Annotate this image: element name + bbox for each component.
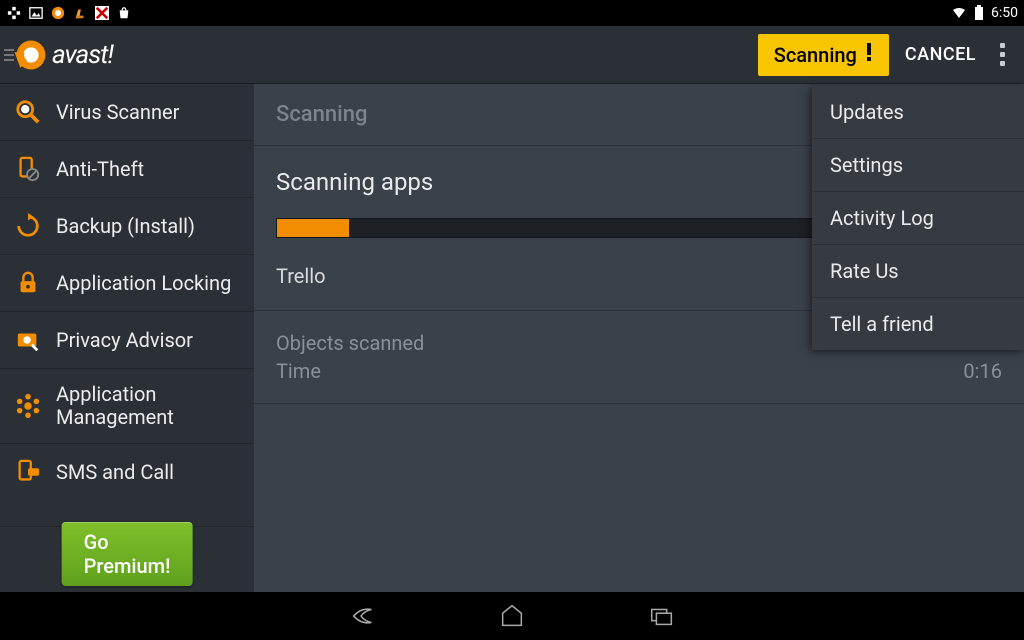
camera-search-icon — [14, 326, 42, 354]
sidebar-item-label: Backup (Install) — [56, 215, 195, 238]
menu-drawer-button[interactable] — [0, 49, 14, 61]
recent-apps-button[interactable] — [647, 601, 677, 631]
menu-item-settings[interactable]: Settings — [812, 139, 1024, 192]
notification-icon — [6, 5, 22, 21]
sidebar-item-label: SMS and Call — [56, 461, 174, 484]
sidebar-item-sms-call[interactable]: SMS and Call — [0, 444, 254, 527]
scan-progress-fill — [277, 219, 349, 237]
sidebar-item-label: Application Locking — [56, 272, 231, 295]
status-right: 6:50 — [951, 5, 1018, 21]
scanning-label: Scanning — [774, 43, 857, 67]
avast-logo-icon — [14, 38, 48, 72]
overflow-menu-button[interactable] — [992, 35, 1012, 74]
stat-time-value: 0:16 — [963, 357, 1002, 385]
warning-icon — [865, 42, 873, 67]
sidebar-item-virus-scanner[interactable]: Virus Scanner — [0, 84, 254, 141]
overflow-menu: Updates Settings Activity Log Rate Us Te… — [812, 86, 1024, 350]
stat-time-label: Time — [276, 357, 321, 385]
app-bar-left: avast! — [0, 26, 113, 83]
lock-icon — [14, 269, 42, 297]
magnifier-icon — [14, 98, 42, 126]
cancel-button[interactable]: CANCEL — [905, 44, 976, 65]
brand-text: avast! — [52, 40, 113, 70]
stat-time-row: Time 0:16 — [276, 357, 1002, 385]
stat-objects-label: Objects scanned — [276, 329, 424, 357]
k-icon — [94, 5, 110, 21]
android-nav-bar — [0, 592, 1024, 640]
sidebar-item-label: Anti-Theft — [56, 158, 144, 181]
app-bar-right: Scanning CANCEL — [758, 26, 1012, 83]
menu-item-tell-friend[interactable]: Tell a friend — [812, 298, 1024, 350]
sidebar-item-anti-theft[interactable]: Anti-Theft — [0, 141, 254, 198]
sidebar-item-privacy-advisor[interactable]: Privacy Advisor — [0, 312, 254, 369]
sidebar-item-label: Privacy Advisor — [56, 329, 193, 352]
home-button[interactable] — [497, 601, 527, 631]
back-button[interactable] — [347, 601, 377, 631]
status-left-icons — [6, 5, 132, 21]
clock: 6:50 — [991, 5, 1018, 21]
menu-item-activity-log[interactable]: Activity Log — [812, 192, 1024, 245]
bag-icon — [116, 5, 132, 21]
sidebar-item-app-locking[interactable]: Application Locking — [0, 255, 254, 312]
app-bar: avast! Scanning CANCEL — [0, 26, 1024, 84]
sidebar-item-label: Application Management — [56, 383, 240, 429]
nodes-icon — [14, 392, 42, 420]
menu-item-updates[interactable]: Updates — [812, 86, 1024, 139]
wifi-icon — [951, 5, 967, 21]
android-status-bar: 6:50 — [0, 0, 1024, 26]
sidebar-item-app-management[interactable]: Application Management — [0, 369, 254, 444]
sidebar: Virus Scanner Anti-Theft Backup (Install… — [0, 84, 254, 592]
avast-notif-icon — [50, 5, 66, 21]
phone-sms-icon — [14, 458, 42, 486]
refresh-icon — [14, 212, 42, 240]
menu-item-rate-us[interactable]: Rate Us — [812, 245, 1024, 298]
scanning-status-button[interactable]: Scanning — [758, 34, 889, 76]
sidebar-item-label: Virus Scanner — [56, 101, 179, 124]
sidebar-item-backup[interactable]: Backup (Install) — [0, 198, 254, 255]
image-icon — [28, 5, 44, 21]
brand: avast! — [14, 38, 113, 72]
cleaner-icon — [72, 5, 88, 21]
go-premium-button[interactable]: Go Premium! — [62, 522, 193, 586]
phone-blocked-icon — [14, 155, 42, 183]
battery-icon — [971, 5, 987, 21]
